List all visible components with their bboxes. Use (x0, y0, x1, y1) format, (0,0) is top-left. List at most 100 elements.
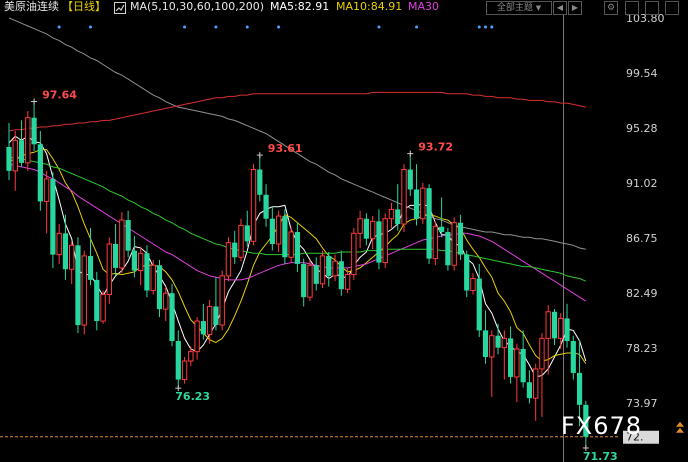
candle[interactable] (156, 259, 163, 318)
candle[interactable] (514, 343, 520, 403)
candle[interactable] (457, 214, 464, 260)
candle[interactable] (263, 184, 269, 227)
candle-body (163, 292, 169, 310)
candle[interactable] (532, 363, 539, 421)
candle[interactable] (570, 335, 576, 380)
candle[interactable] (150, 259, 156, 295)
candle[interactable] (326, 251, 332, 287)
candlestick-chart[interactable]: 97.6493.6176.2393.7271.73 103.80 99.54 9… (0, 0, 688, 462)
candle[interactable] (125, 210, 131, 258)
period-label[interactable]: 【日线】 (62, 0, 106, 14)
candle[interactable] (426, 184, 432, 264)
candle[interactable] (137, 246, 144, 286)
candle[interactable] (112, 224, 119, 276)
window-icon[interactable] (665, 1, 679, 15)
candle[interactable] (388, 202, 395, 229)
candle[interactable] (18, 120, 25, 167)
settings-icon[interactable]: ⚙ (604, 1, 618, 15)
candle[interactable] (288, 226, 294, 263)
candle[interactable] (200, 303, 206, 340)
prev-icon[interactable]: ◀ (553, 1, 567, 15)
candle[interactable] (301, 258, 307, 307)
candle[interactable] (564, 303, 570, 348)
candle[interactable] (31, 102, 37, 151)
candle[interactable] (439, 197, 445, 238)
candle[interactable] (6, 123, 12, 181)
candle[interactable] (12, 130, 18, 191)
candle[interactable] (470, 273, 476, 295)
candle[interactable] (313, 257, 319, 291)
candle[interactable] (351, 228, 357, 280)
candle[interactable] (445, 228, 451, 271)
candle[interactable] (225, 237, 232, 282)
candle[interactable] (495, 323, 501, 355)
theme-dropdown[interactable]: 全部主题 ▼ (486, 1, 552, 15)
candle[interactable] (213, 277, 219, 331)
candle[interactable] (62, 214, 69, 280)
candle[interactable] (69, 241, 75, 284)
candle[interactable] (363, 213, 369, 246)
candle[interactable] (539, 333, 545, 417)
candle[interactable] (407, 154, 413, 197)
candle[interactable] (181, 356, 188, 384)
candle[interactable] (232, 230, 238, 264)
candle[interactable] (294, 222, 301, 272)
candle[interactable] (432, 221, 439, 266)
candle[interactable] (526, 370, 533, 404)
candle[interactable] (369, 216, 376, 250)
candle[interactable] (282, 209, 288, 264)
candle[interactable] (238, 218, 244, 262)
next-icon[interactable]: ▶ (568, 1, 582, 15)
candle[interactable] (56, 224, 62, 264)
candle[interactable] (357, 210, 363, 248)
candle[interactable] (451, 217, 457, 271)
candle[interactable] (119, 212, 125, 274)
candle[interactable] (558, 313, 564, 350)
price-alert-icon[interactable] (676, 421, 684, 433)
candle[interactable] (75, 237, 81, 334)
candle[interactable] (94, 271, 100, 331)
candle[interactable] (307, 259, 313, 302)
candle-body (125, 220, 131, 251)
candle[interactable] (319, 250, 326, 288)
candle[interactable] (545, 305, 551, 375)
candle[interactable] (489, 330, 495, 397)
candle[interactable] (250, 164, 257, 246)
candle[interactable] (551, 309, 558, 346)
candle-body (37, 144, 43, 202)
window-icon[interactable] (645, 1, 659, 15)
candle[interactable] (194, 317, 200, 360)
ma-params-label[interactable]: MA(5,10,30,60,100,200) (130, 0, 264, 14)
candle[interactable] (131, 236, 137, 278)
candle[interactable] (338, 250, 344, 296)
candle[interactable] (50, 172, 56, 268)
ma-toggle-icon[interactable] (114, 2, 126, 14)
candle[interactable] (382, 213, 388, 268)
candle[interactable] (508, 326, 514, 384)
candle[interactable] (269, 206, 275, 251)
candle[interactable] (169, 283, 175, 347)
candle[interactable] (219, 270, 225, 331)
candle[interactable] (420, 182, 426, 225)
candle[interactable] (175, 330, 181, 388)
candle[interactable] (244, 210, 250, 247)
candle[interactable] (520, 330, 526, 388)
candle[interactable] (275, 210, 282, 252)
candle[interactable] (395, 184, 401, 231)
candle[interactable] (144, 245, 150, 298)
candle[interactable] (43, 170, 50, 234)
candle[interactable] (81, 250, 87, 335)
symbol-title[interactable]: 美原油连续 (4, 0, 59, 14)
candle[interactable] (100, 290, 106, 324)
candle[interactable] (413, 164, 420, 226)
candle[interactable] (25, 111, 31, 171)
candle[interactable] (87, 228, 94, 286)
candle[interactable] (257, 156, 263, 202)
candle[interactable] (482, 310, 489, 364)
candle[interactable] (401, 164, 407, 233)
candle[interactable] (376, 209, 382, 270)
window-icon[interactable] (625, 1, 639, 15)
y-tick-label: 82.49 (626, 287, 658, 300)
candle[interactable] (106, 237, 113, 304)
candle[interactable] (464, 250, 470, 298)
